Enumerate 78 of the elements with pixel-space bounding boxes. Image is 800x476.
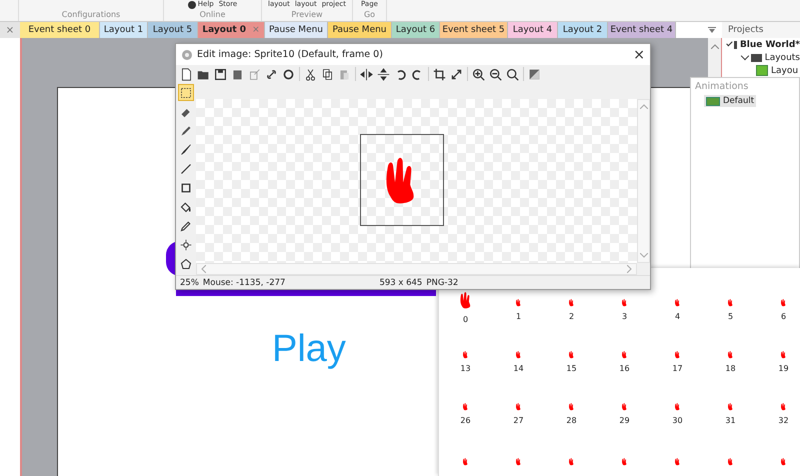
tab[interactable]: Layout 2 [558, 22, 608, 38]
frame-number: 5 [728, 312, 734, 321]
animation-item[interactable]: Default [704, 95, 756, 107]
tree-item[interactable]: Layou [771, 66, 798, 76]
tree-item[interactable]: Blue World* [740, 40, 800, 50]
pencil-icon [180, 124, 192, 136]
zoom-out-icon[interactable] [489, 68, 502, 80]
frame-number: 3 [622, 312, 628, 321]
tab[interactable]: Layout 5 [148, 22, 198, 38]
layout-icon [756, 65, 768, 76]
copy-icon[interactable] [321, 68, 334, 80]
zoom-in-icon[interactable] [472, 68, 485, 80]
help-icon [188, 0, 196, 8]
zoom-icon[interactable] [506, 68, 519, 80]
window-title: Edit image: Sprite10 (Default, frame 0) [197, 49, 383, 60]
frame-number: 19 [778, 364, 789, 373]
frame-number: 4 [674, 312, 680, 321]
color-icon[interactable] [528, 68, 541, 80]
new-file-icon[interactable] [180, 68, 193, 80]
frame-number: 18 [725, 364, 736, 373]
tree-item[interactable]: Layouts [764, 52, 800, 62]
tab[interactable]: Pause Menu [265, 22, 328, 38]
frame-number: 30 [672, 416, 683, 425]
tab[interactable]: Layout 4 [508, 22, 558, 38]
close-button[interactable]: × [6, 24, 14, 36]
mouse-position: Mouse: -1135, -277 [202, 278, 286, 288]
frame-number: 13 [460, 364, 471, 373]
eyedropper-icon [180, 220, 192, 232]
frame-number: 29 [619, 416, 630, 425]
rectangle-icon [180, 182, 192, 194]
tab[interactable]: Layout 6 [392, 22, 440, 38]
tab[interactable]: Pause Menu [328, 22, 392, 38]
frame-number: 2 [568, 312, 574, 321]
animation-icon [706, 96, 720, 106]
frame-number: 6 [780, 312, 786, 321]
image-format: PNG-32 [426, 278, 458, 288]
scrollbar[interactable] [708, 38, 722, 77]
frame-number: 26 [460, 416, 471, 425]
frame-number: 32 [778, 416, 789, 425]
mirror-icon[interactable] [360, 68, 373, 80]
resize-icon[interactable] [450, 68, 463, 80]
close-button[interactable]: × [633, 46, 645, 62]
image-size: 593 x 645 [379, 278, 422, 288]
frame-number: 1 [516, 312, 522, 321]
scissors-icon[interactable] [304, 68, 317, 80]
tab[interactable]: Layout 1 [100, 22, 148, 38]
tab[interactable]: Event sheet 5 [440, 22, 508, 38]
frame-number: 27 [513, 416, 524, 425]
tab[interactable]: Event sheet 4 [608, 22, 676, 38]
frame-number: 0 [462, 315, 468, 324]
flip-icon[interactable] [377, 68, 390, 80]
crosshair-icon [180, 238, 192, 250]
line-icon [180, 162, 192, 174]
gear-icon [181, 48, 193, 60]
tab[interactable]: Layout 0 × [198, 22, 265, 38]
frame-number: 17 [672, 364, 683, 373]
selection-icon [180, 86, 192, 98]
frame-number: 14 [513, 364, 524, 373]
tool-button[interactable] [178, 84, 194, 101]
frame-number: 15 [566, 364, 577, 373]
group-label: Configurations [62, 10, 120, 20]
panel-title: Animations [694, 80, 750, 94]
scroll-up-icon[interactable] [710, 44, 718, 49]
crop-icon[interactable] [433, 68, 446, 80]
paint-bucket-icon [180, 200, 192, 212]
frame-number: 28 [566, 416, 577, 425]
play-text: Play [272, 328, 346, 371]
group-label: Go [364, 10, 376, 20]
brush-icon [180, 144, 192, 156]
group-label: Preview [291, 10, 323, 20]
dropdown-icon[interactable] [708, 27, 716, 33]
frame-number: 16 [619, 364, 630, 373]
polygon-icon [180, 258, 192, 270]
group-label: Online [200, 10, 226, 20]
tab[interactable]: Event sheet 0 [20, 22, 100, 38]
frame-number: 31 [725, 416, 736, 425]
zoom-level: 25% [180, 278, 199, 288]
panel-title: Projects [728, 25, 764, 35]
